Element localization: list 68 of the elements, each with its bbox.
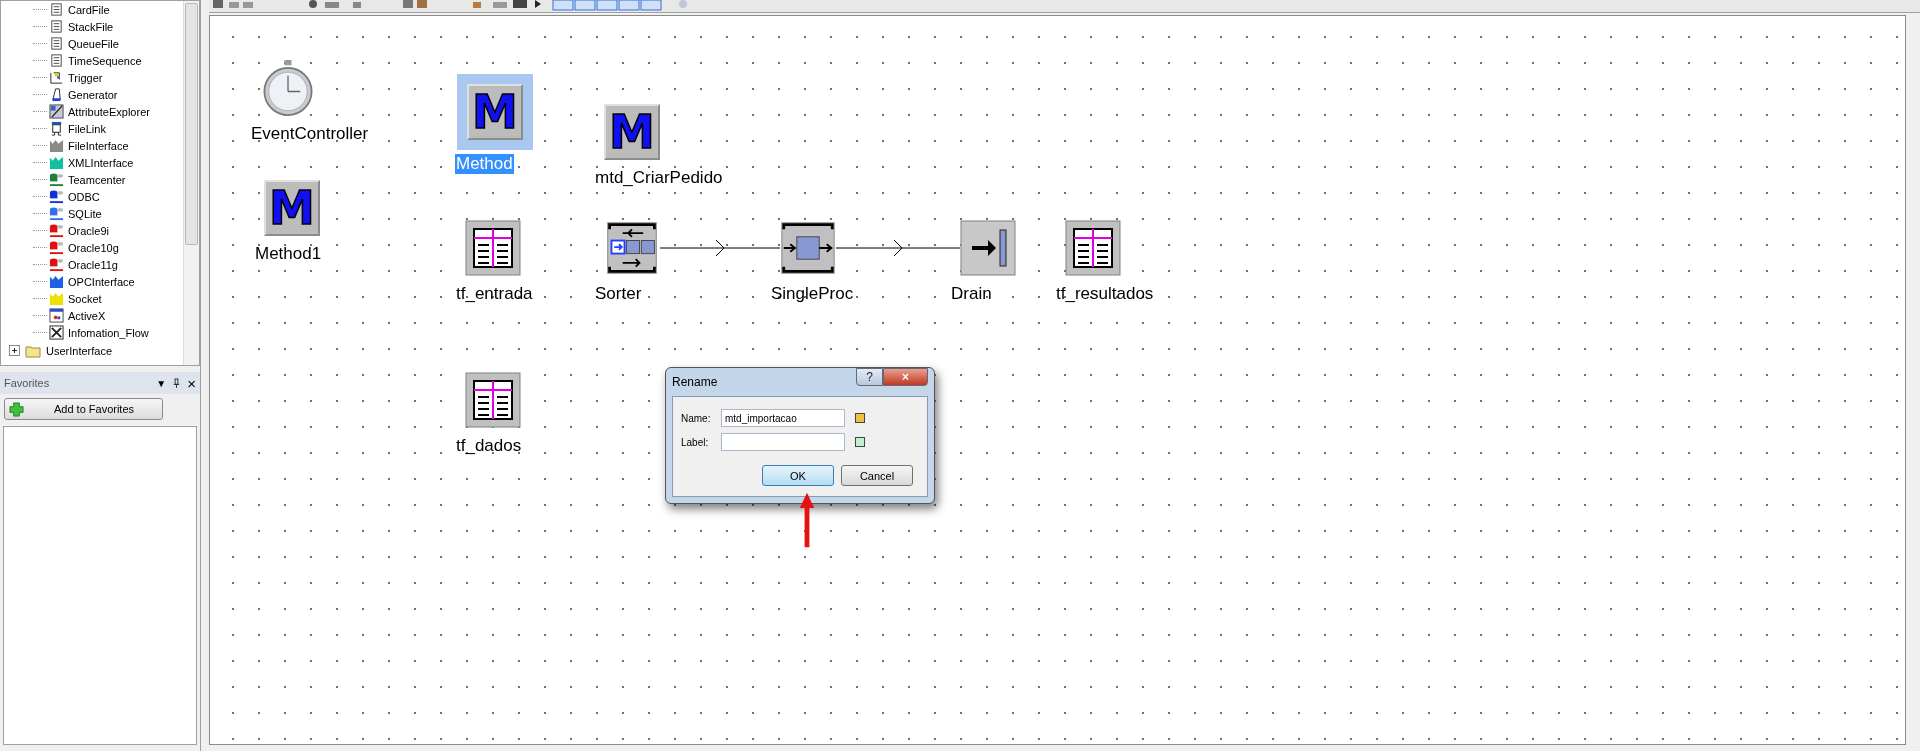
object-label: tf_dados <box>455 436 523 456</box>
object-label: Sorter <box>594 284 643 304</box>
text-field[interactable]: mtd_importacao <box>721 409 845 427</box>
tree-item[interactable]: Oracle9i <box>68 224 109 237</box>
tree-item-icon <box>49 308 64 323</box>
dialog-button[interactable]: Cancel <box>841 465 913 486</box>
object-label: tf_resultados <box>1055 284 1155 304</box>
tree-item[interactable]: Oracle10g <box>68 241 119 254</box>
pin-icon[interactable] <box>172 377 182 389</box>
tree-item[interactable]: ActiveX <box>68 309 106 322</box>
field-option-icon[interactable] <box>855 437 865 447</box>
method-icon[interactable]: M <box>264 180 320 236</box>
tree-item[interactable]: Generator <box>68 88 118 101</box>
tree-item[interactable]: XMLInterface <box>68 156 134 169</box>
table-icon[interactable] <box>465 372 521 428</box>
tree-item[interactable]: UserInterface <box>46 344 113 357</box>
object-label: mtd_CriarPedido <box>594 168 724 188</box>
tree-item-icon <box>49 121 64 136</box>
object-label: tf_entrada <box>455 284 534 304</box>
field-option-icon[interactable] <box>855 413 865 423</box>
tree-item-icon <box>49 53 64 68</box>
plus-icon <box>9 401 24 417</box>
text-field[interactable] <box>721 433 845 451</box>
object-label: Drain <box>950 284 993 304</box>
panel-title: Favorites <box>4 377 50 389</box>
dialog-button[interactable]: OK <box>762 465 834 486</box>
close-button[interactable]: × <box>187 375 196 391</box>
model-canvas[interactable]: EventController M Method1 M Method M mtd_CriarPedido tf_entrada Sorter SingleProc Drain tf_resultados tf_dados Rename ? × Name: mtd_importacao Label: OK Cancel <box>209 15 1906 745</box>
tree-item-icon <box>49 36 64 51</box>
table-icon[interactable] <box>1065 220 1121 276</box>
tree-item-icon <box>49 70 64 85</box>
object-label: EventController <box>250 124 370 144</box>
dropdown-button[interactable]: ▼ <box>156 377 167 389</box>
tree-item[interactable]: Trigger <box>68 71 103 84</box>
tree-item[interactable]: QueueFile <box>68 37 119 50</box>
sorter-icon[interactable] <box>604 220 660 276</box>
tree-item[interactable]: Oracle11g <box>68 258 118 271</box>
scrollbar[interactable] <box>183 1 199 365</box>
tree-item[interactable]: Socket <box>68 292 102 305</box>
tree-item[interactable]: ODBC <box>68 190 100 203</box>
station-icon[interactable] <box>780 220 836 276</box>
tree-item-icon <box>49 87 64 102</box>
expand-toggle[interactable] <box>9 345 20 356</box>
table-icon[interactable] <box>465 220 521 276</box>
object-label: SingleProc <box>770 284 855 304</box>
drain-icon[interactable] <box>960 220 1016 276</box>
field-label: Name: <box>681 412 712 424</box>
tree-item[interactable]: TimeSequence <box>68 54 142 67</box>
tree-item-icon <box>49 325 64 340</box>
add-to-favorites-button[interactable]: Add to Favorites <box>4 398 163 420</box>
method-icon[interactable]: M <box>604 104 660 160</box>
tree-item[interactable]: OPCInterface <box>68 275 135 288</box>
tree-item[interactable]: Infomation_Flow <box>68 326 149 339</box>
tree-item[interactable]: AttributeExplorer <box>68 105 150 118</box>
tree-item-icon <box>49 104 64 119</box>
tree-item[interactable]: CardFile <box>68 3 110 16</box>
tree-item[interactable]: FileInterface <box>68 139 129 152</box>
tree-item[interactable]: StackFile <box>68 20 114 33</box>
tree-item[interactable]: Teamcenter <box>68 173 126 186</box>
tree-item[interactable]: FileLink <box>68 122 106 135</box>
object-label: Method <box>455 154 514 174</box>
dialog-title: Rename <box>672 375 718 389</box>
object-label: Method1 <box>254 244 323 264</box>
tree-item[interactable]: SQLite <box>68 207 102 220</box>
field-label: Label: <box>681 436 710 448</box>
help-button[interactable]: ? <box>856 368 883 386</box>
method-icon[interactable]: M <box>467 84 523 140</box>
tree-item-icon <box>49 19 64 34</box>
